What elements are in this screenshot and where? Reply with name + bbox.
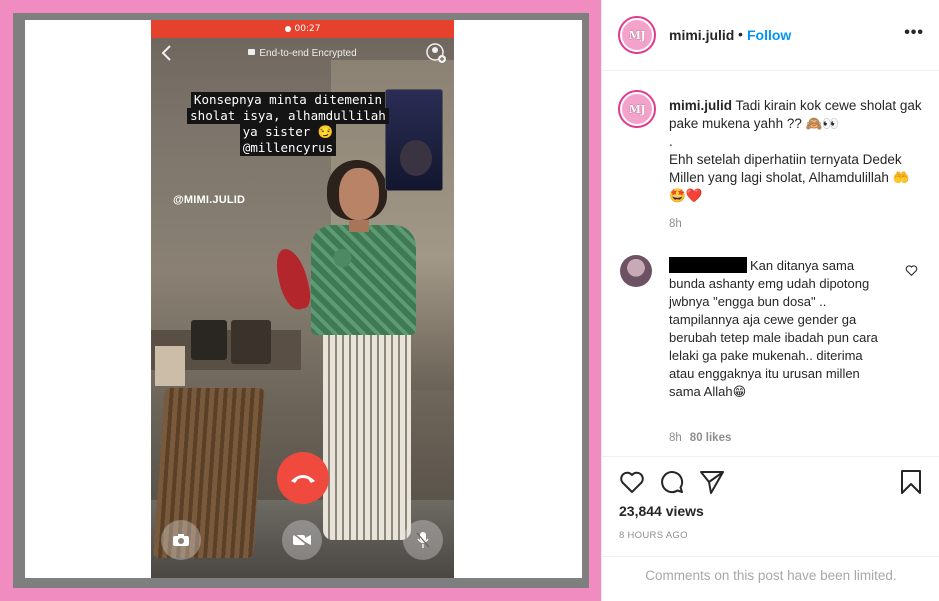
separator-dot: • bbox=[738, 26, 743, 42]
encryption-label: End-to-end Encrypted bbox=[259, 48, 357, 59]
comment-body: Kan ditanya sama bunda ashanty emg udah … bbox=[669, 258, 878, 399]
video-call-screenshot: 00:27 End-to-end Encrypted Konsepnya min… bbox=[151, 20, 454, 578]
caption-line: ya sister 😏 bbox=[239, 124, 337, 140]
post-header: MJ mimi.julid • Follow ••• bbox=[602, 0, 939, 71]
like-heart-icon[interactable] bbox=[619, 469, 645, 495]
story-caption-overlay: Konsepnya minta ditemenin sholat isya, a… bbox=[173, 92, 403, 156]
caption-timestamp[interactable]: 8h bbox=[669, 218, 682, 230]
add-participant-icon bbox=[426, 43, 446, 63]
save-bookmark-icon[interactable] bbox=[898, 469, 924, 495]
pip-person bbox=[400, 140, 432, 176]
red-cloth bbox=[272, 245, 314, 313]
comment-text: Kan ditanya sama bunda ashanty emg udah … bbox=[669, 257, 889, 401]
caption-line: Konsepnya minta ditemenin bbox=[190, 92, 386, 108]
encryption-status: End-to-end Encrypted bbox=[151, 48, 454, 59]
commenter-avatar[interactable] bbox=[620, 255, 652, 287]
person-pants bbox=[323, 330, 411, 540]
record-dot-icon bbox=[284, 25, 291, 32]
avatar-logo: MJ bbox=[622, 20, 652, 50]
username-link[interactable]: mimi.julid bbox=[669, 27, 734, 43]
camera-icon bbox=[173, 534, 189, 546]
comment-meta: 8h 80 likes bbox=[669, 432, 731, 444]
scene-bag bbox=[155, 346, 185, 386]
avatar-logo: MJ bbox=[622, 94, 652, 124]
caption-text: mimi.julid Tadi kirain kok cewe sholat g… bbox=[669, 97, 924, 205]
scene-bag bbox=[191, 320, 227, 360]
camera-switch-button bbox=[161, 520, 201, 560]
avatar[interactable]: MJ bbox=[618, 90, 656, 128]
comment-bubble-icon[interactable] bbox=[659, 469, 685, 495]
caption-line: sholat isya, alhamdullilah bbox=[187, 108, 389, 124]
call-top-bar: End-to-end Encrypted bbox=[151, 42, 454, 66]
recording-time: 00:27 bbox=[294, 24, 321, 34]
post-media[interactable]: 00:27 End-to-end Encrypted Konsepnya min… bbox=[0, 0, 601, 601]
lock-icon bbox=[248, 49, 256, 55]
end-call-button bbox=[277, 452, 329, 504]
person-face bbox=[339, 168, 379, 220]
person-shirt bbox=[311, 225, 416, 335]
redacted-username bbox=[669, 257, 747, 273]
post-actions: 23,844 views 8 HOURS AGO bbox=[602, 456, 939, 556]
hang-up-icon bbox=[291, 475, 315, 483]
microphone-off-icon bbox=[416, 532, 430, 548]
view-count[interactable]: 23,844 views bbox=[619, 503, 704, 519]
caption-username[interactable]: mimi.julid bbox=[669, 98, 732, 113]
share-paper-plane-icon[interactable] bbox=[699, 469, 725, 495]
video-toggle-button bbox=[282, 520, 322, 560]
comment-timestamp[interactable]: 8h bbox=[669, 432, 682, 444]
video-off-icon bbox=[293, 533, 311, 547]
caption-line: Ehh setelah diperhatiin ternyata Dedek M… bbox=[669, 152, 910, 203]
scene-bag bbox=[231, 320, 271, 364]
recording-bar: 00:27 bbox=[151, 20, 454, 38]
comments-section[interactable]: MJ mimi.julid Tadi kirain kok cewe shola… bbox=[602, 72, 939, 456]
caption-dot: . bbox=[669, 134, 673, 149]
mute-button bbox=[403, 520, 443, 560]
more-options-icon[interactable]: ••• bbox=[904, 24, 924, 42]
avatar[interactable]: MJ bbox=[618, 16, 656, 54]
comments-limited-notice: Comments on this post have been limited. bbox=[602, 556, 939, 601]
watermark-handle: @MIMI.JULID bbox=[173, 194, 246, 206]
post-sidebar: MJ mimi.julid • Follow ••• MJ mimi.julid… bbox=[601, 0, 939, 601]
post-timestamp[interactable]: 8 HOURS AGO bbox=[619, 530, 688, 541]
like-comment-heart-icon[interactable] bbox=[905, 264, 918, 277]
comment-likes[interactable]: 80 likes bbox=[690, 432, 732, 444]
follow-button[interactable]: Follow bbox=[747, 27, 791, 43]
caption-mention: @millencyrus bbox=[239, 140, 337, 156]
